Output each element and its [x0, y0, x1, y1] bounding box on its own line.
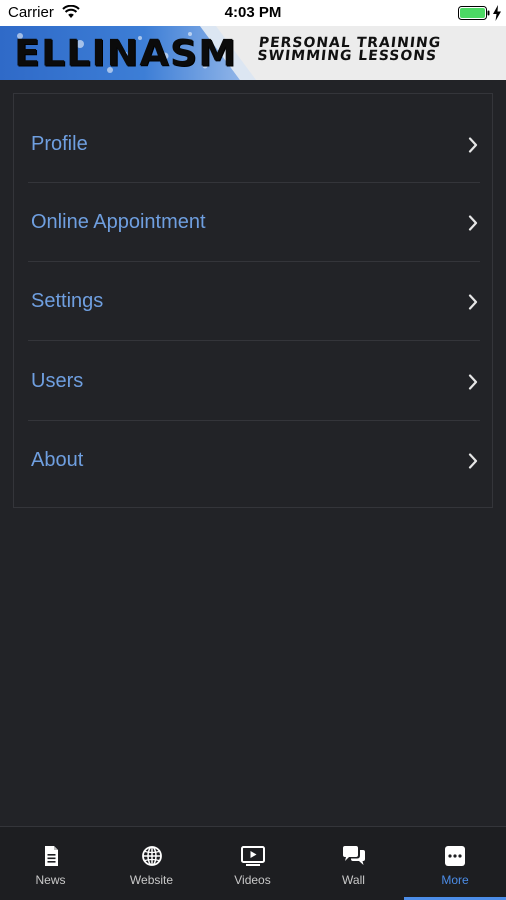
globe-icon — [141, 846, 162, 866]
tab-label: Website — [129, 873, 174, 887]
chevron-right-icon — [468, 215, 478, 231]
tab-news[interactable]: News — [0, 827, 101, 900]
app-screen: Carrier 4:03 PM ELLINASM PERSONAL TRAINI… — [0, 0, 506, 900]
bottom-tab-bar: News Website Videos Wall More — [0, 826, 506, 900]
status-time: 4:03 PM — [224, 4, 282, 21]
video-icon — [240, 846, 265, 866]
tab-label: News — [35, 873, 66, 887]
menu-item-label: Settings — [31, 290, 104, 312]
tab-more[interactable]: More — [404, 827, 506, 900]
charging-icon — [493, 5, 501, 21]
document-icon — [44, 846, 58, 866]
menu-item-label: Users — [31, 370, 84, 392]
tab-label: Wall — [342, 873, 365, 887]
chevron-right-icon — [468, 453, 478, 469]
menu-item-label: Online Appointment — [31, 211, 206, 233]
chevron-right-icon — [468, 137, 478, 153]
tab-website[interactable]: Website — [101, 827, 202, 900]
chevron-right-icon — [468, 374, 478, 390]
tagline-line-2: SWIMMING LESSONS — [256, 48, 438, 64]
more-menu-list: Profile Online Appointment Settings User… — [13, 93, 493, 508]
banner-tagline: PERSONAL TRAINING SWIMMING LESSONS — [256, 35, 443, 64]
battery-icon — [458, 6, 490, 20]
header-banner: ELLINASM PERSONAL TRAINING SWIMMING LESS… — [0, 26, 506, 80]
menu-item-label: Profile — [31, 133, 88, 155]
tab-label: More — [441, 873, 469, 887]
menu-item-profile[interactable]: Profile — [28, 105, 480, 184]
menu-item-online-appointment[interactable]: Online Appointment — [28, 183, 480, 262]
menu-item-settings[interactable]: Settings — [28, 262, 480, 341]
chevron-right-icon — [468, 294, 478, 310]
status-bar: Carrier 4:03 PM — [0, 0, 506, 26]
menu-item-about[interactable]: About — [28, 421, 480, 500]
menu-item-label: About — [31, 449, 84, 471]
menu-divider — [28, 340, 480, 341]
menu-item-users[interactable]: Users — [28, 342, 480, 421]
chat-icon — [342, 846, 365, 865]
more-icon — [445, 846, 465, 866]
brand-logo-text: ELLINASM — [14, 32, 237, 74]
tab-label: Videos — [234, 873, 271, 887]
tab-videos[interactable]: Videos — [202, 827, 303, 900]
tab-wall[interactable]: Wall — [303, 827, 404, 900]
